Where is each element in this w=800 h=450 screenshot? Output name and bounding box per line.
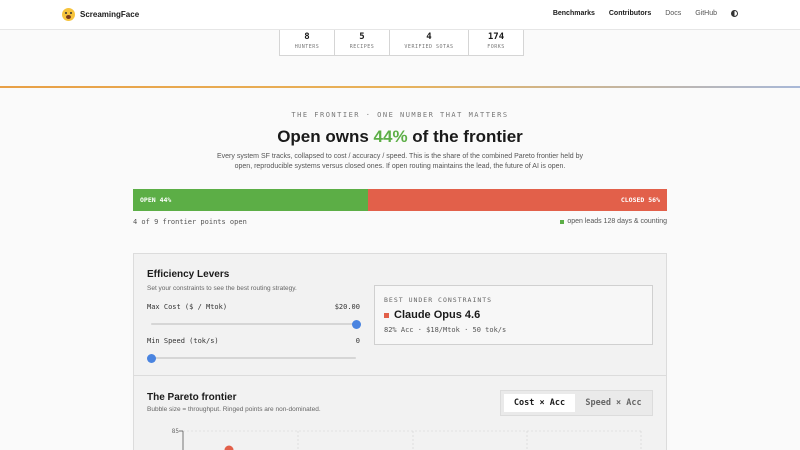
stat-forks: 174 FORKS [468, 30, 524, 56]
stat-verified-sotas: 4 VERIFIED SOTAS [389, 30, 469, 56]
min-speed-value: 0 [355, 337, 360, 345]
frontier-description: Every system SF tracks, collapsed to cos… [217, 153, 583, 170]
nav-docs[interactable]: Docs [665, 10, 681, 17]
frontier-eyebrow: THE FRONTIER · ONE NUMBER THAT MATTERS [291, 111, 509, 119]
closed-swatch-icon [384, 312, 389, 318]
efficiency-subtitle: Set your constraints to see the best rou… [147, 285, 297, 292]
efficiency-title: Efficiency Levers [147, 269, 230, 280]
min-speed-label: Min Speed (tok/s) [147, 337, 219, 345]
open-lead-indicator: open leads 128 days & counting [560, 218, 667, 225]
stat-value: 5 [359, 32, 365, 42]
headline-post: of the frontier [407, 127, 523, 146]
nav-benchmarks[interactable]: Benchmarks [553, 10, 595, 17]
max-cost-value: $20.00 [334, 303, 360, 311]
best-model-name: Claude Opus 4.6 [384, 309, 480, 321]
stat-value: 8 [304, 32, 310, 42]
open-closed-split-bar: OPEN 44% CLOSED 56% [133, 189, 667, 211]
stat-label: HUNTERS [294, 44, 320, 50]
max-cost-label: Max Cost ($ / Mtok) [147, 303, 228, 311]
main-nav: Benchmarks Contributors Docs GitHub [539, 10, 738, 17]
efficiency-panel [133, 253, 667, 450]
headline-accent: 44% [373, 127, 408, 146]
toggle-cost-acc[interactable]: Cost × Acc [504, 394, 575, 412]
stat-label: VERIFIED SOTAS [404, 44, 454, 50]
stat-label: FORKS [487, 44, 505, 50]
pareto-chart: 85 [172, 428, 642, 450]
min-speed-slider-thumb[interactable] [146, 353, 156, 363]
half-circle-icon[interactable] [731, 10, 738, 17]
stats-row: 8 HUNTERS 5 RECIPES 4 VERIFIED SOTAS 174… [279, 30, 524, 56]
headline-pre: Open owns [277, 127, 374, 146]
stat-recipes: 5 RECIPES [334, 30, 390, 56]
panel-divider [134, 375, 666, 376]
open-share-segment: OPEN 44% [133, 189, 368, 211]
min-speed-slider[interactable] [146, 353, 356, 363]
section-divider [0, 86, 800, 88]
nav-contributors[interactable]: Contributors [609, 10, 651, 17]
frontier-headline: Open owns 44% of the frontier [0, 127, 800, 147]
max-cost-slider-thumb[interactable] [351, 319, 361, 329]
toggle-speed-acc[interactable]: Speed × Acc [578, 394, 649, 412]
nav-github[interactable]: GitHub [695, 10, 717, 17]
brand-name: ScreamingFace [80, 10, 140, 19]
brand[interactable]: ScreamingFace [62, 8, 139, 21]
best-label: BEST UNDER CONSTRAINTS [384, 296, 493, 304]
best-model-text: Claude Opus 4.6 [394, 309, 481, 321]
frontier-points-count: 4 of 9 frontier points open [133, 218, 247, 226]
stat-value: 174 [487, 32, 505, 42]
y-tick-label: 85 [172, 428, 180, 435]
top-navigation-bar: ScreamingFace Benchmarks Contributors Do… [0, 0, 800, 30]
lead-text: open leads 128 days & counting [567, 218, 667, 225]
stat-value: 4 [426, 32, 432, 42]
best-under-constraints-card: BEST UNDER CONSTRAINTS Claude Opus 4.6 8… [374, 285, 653, 345]
square-dot-icon [560, 219, 565, 224]
max-cost-slider[interactable] [151, 319, 361, 329]
stat-hunters: 8 HUNTERS [279, 30, 335, 56]
pareto-axis-toggle: Cost × Acc Speed × Acc [500, 390, 653, 416]
data-point[interactable] [224, 445, 234, 450]
screaming-face-icon [62, 8, 75, 21]
pareto-title: The Pareto frontier [147, 392, 237, 403]
stat-label: RECIPES [349, 44, 375, 50]
best-model-meta: 82% Acc · $18/Mtok · 50 tok/s [384, 326, 507, 334]
pareto-subtitle: Bubble size = throughput. Ringed points … [147, 406, 321, 413]
closed-share-segment: CLOSED 56% [367, 189, 667, 211]
